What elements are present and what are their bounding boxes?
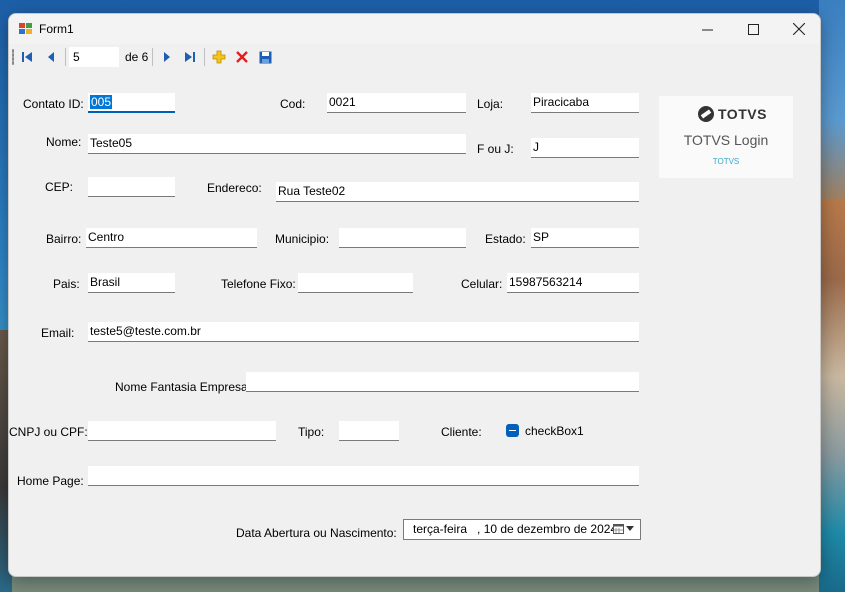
home-page-label: Home Page: xyxy=(17,474,84,488)
window-title: Form1 xyxy=(39,22,74,36)
totvs-login-panel: TOTVS TOTVS Login TOTVS xyxy=(659,96,793,178)
f-ou-j-field[interactable]: J xyxy=(531,138,639,158)
toolbar-separator xyxy=(204,48,205,66)
minimize-icon xyxy=(701,29,713,30)
cnpj-cpf-field[interactable] xyxy=(88,421,276,441)
endereco-field[interactable]: Rua Teste02 xyxy=(276,182,639,202)
cep-label: CEP: xyxy=(45,180,74,194)
toolbar-separator xyxy=(65,48,66,66)
loja-field[interactable]: Piracicaba xyxy=(531,93,639,113)
move-first-button[interactable] xyxy=(17,47,37,67)
tipo-field[interactable] xyxy=(339,421,399,441)
municipio-field[interactable] xyxy=(339,228,466,248)
login-subtitle: TOTVS xyxy=(712,157,740,166)
totvs-brand-text: TOTVS xyxy=(718,106,767,122)
contato-id-label: Contato ID: xyxy=(23,97,84,111)
add-new-button[interactable] xyxy=(209,47,229,67)
move-first-icon xyxy=(22,52,32,62)
contato-id-value: 005 xyxy=(90,95,113,109)
bairro-field[interactable]: Centro xyxy=(86,228,257,248)
chevron-down-icon xyxy=(626,525,634,531)
celular-label: Celular: xyxy=(461,277,503,291)
cep-field[interactable] xyxy=(88,177,175,197)
date-value: terça-feira , 10 de dezembro de 2024 xyxy=(413,522,618,536)
move-next-button[interactable] xyxy=(157,47,177,67)
close-button[interactable] xyxy=(776,14,820,44)
maximize-button[interactable] xyxy=(730,14,776,44)
cnpj-cpf-label: CNPJ ou CPF: xyxy=(9,425,88,439)
add-icon xyxy=(212,50,226,64)
move-next-icon xyxy=(164,52,170,62)
indeterminate-icon xyxy=(509,429,516,432)
celular-field[interactable]: 15987563214 xyxy=(507,273,639,293)
endereco-label: Endereco: xyxy=(207,181,262,195)
pais-label: Pais: xyxy=(53,277,80,291)
delete-button[interactable] xyxy=(232,47,252,67)
nome-field[interactable]: Teste05 xyxy=(88,134,466,154)
save-button[interactable] xyxy=(255,47,275,67)
login-title: TOTVS Login xyxy=(683,132,769,148)
data-abertura-picker[interactable]: terça-feira , 10 de dezembro de 2024 xyxy=(403,519,641,540)
desktop-background xyxy=(819,0,845,200)
toolbar-separator xyxy=(152,48,153,66)
cliente-label: Cliente: xyxy=(441,425,482,439)
calendar-dropdown-button[interactable] xyxy=(613,523,634,534)
maximize-icon xyxy=(747,23,759,35)
estado-field[interactable]: SP xyxy=(531,228,639,248)
form-window: Form1 de 6 xyxy=(8,13,821,577)
tipo-label: Tipo: xyxy=(298,425,325,439)
close-icon xyxy=(793,23,805,35)
pais-field[interactable]: Brasil xyxy=(88,273,175,293)
home-page-field[interactable] xyxy=(88,466,639,486)
move-previous-button[interactable] xyxy=(41,47,61,67)
title-bar: Form1 xyxy=(9,14,820,44)
cod-field[interactable]: 0021 xyxy=(327,93,466,113)
telefone-fixo-field[interactable] xyxy=(298,273,413,293)
position-input[interactable] xyxy=(69,47,119,67)
move-last-icon xyxy=(185,52,195,62)
count-label: de 6 xyxy=(125,50,149,64)
email-field[interactable]: teste5@teste.com.br xyxy=(88,322,639,342)
toolbar-grip[interactable] xyxy=(12,49,14,65)
bairro-label: Bairro: xyxy=(46,232,82,246)
save-icon xyxy=(259,51,271,63)
estado-label: Estado: xyxy=(485,232,526,246)
desktop-background-right xyxy=(819,200,845,592)
move-previous-icon xyxy=(48,52,54,62)
loja-label: Loja: xyxy=(477,97,504,111)
email-label: Email: xyxy=(41,326,75,340)
telefone-fixo-label: Telefone Fixo: xyxy=(221,277,296,291)
minimize-button[interactable] xyxy=(684,14,730,44)
data-abertura-label: Data Abertura ou Nascimento: xyxy=(236,526,397,540)
nome-fantasia-label: Nome Fantasia Empresa: xyxy=(115,380,252,394)
calendar-icon xyxy=(613,524,624,534)
form-icon xyxy=(19,23,33,35)
municipio-label: Municipio: xyxy=(275,232,330,246)
nome-label: Nome: xyxy=(46,135,82,149)
binding-navigator: de 6 xyxy=(9,44,820,70)
move-last-button[interactable] xyxy=(180,47,200,67)
cod-label: Cod: xyxy=(280,97,306,111)
contato-id-field[interactable]: 005 xyxy=(88,93,175,113)
delete-icon xyxy=(236,51,248,63)
totvs-logo: TOTVS xyxy=(697,105,767,123)
f-ou-j-label: F ou J: xyxy=(477,142,514,156)
totvs-logo-icon xyxy=(698,106,714,122)
cliente-checkbox[interactable] xyxy=(506,424,519,437)
checkbox-label[interactable]: checkBox1 xyxy=(525,424,584,438)
nome-fantasia-field[interactable] xyxy=(246,372,639,392)
